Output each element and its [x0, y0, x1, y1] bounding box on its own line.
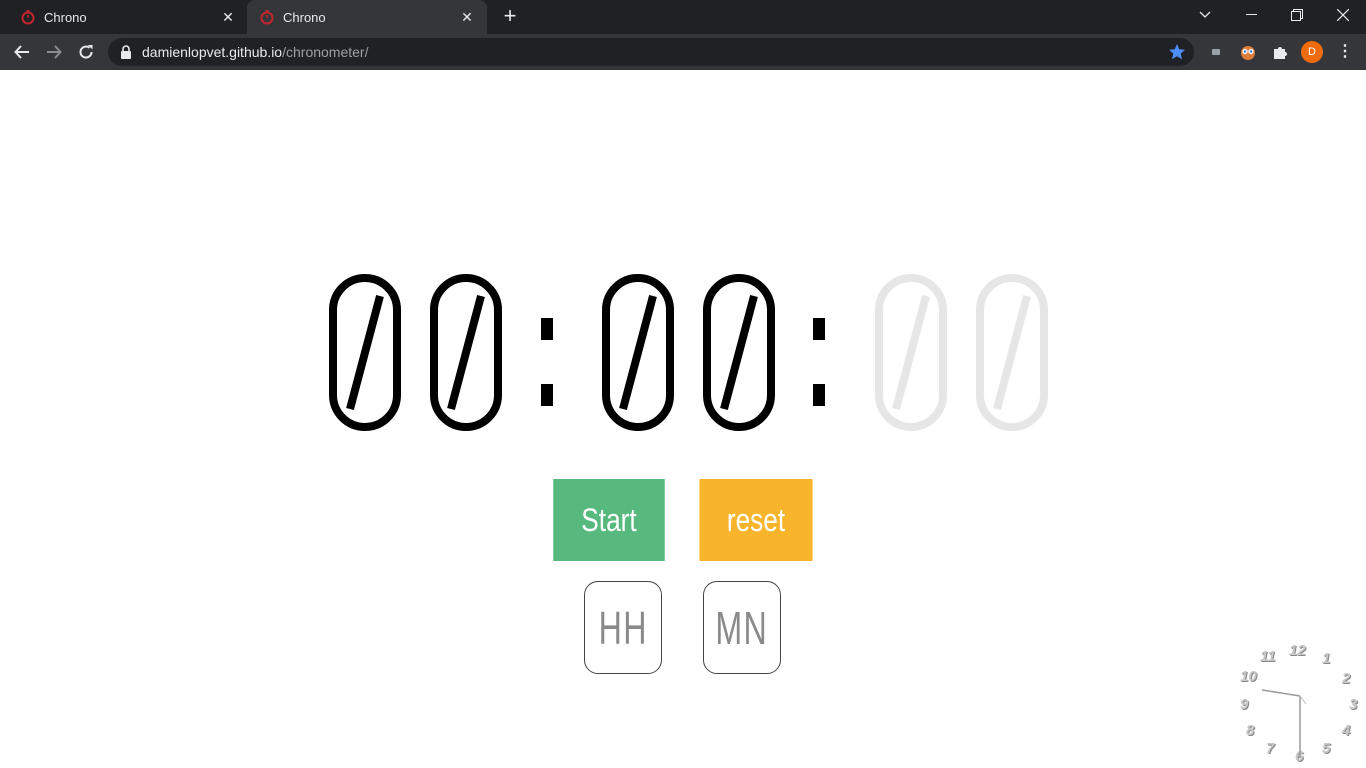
stopwatch-favicon-icon	[21, 10, 35, 25]
url-text: damienlopvet.github.io/chronometer/	[142, 44, 369, 60]
reset-button[interactable]: reset	[699, 479, 813, 561]
close-tab-icon[interactable]: ✕	[457, 7, 477, 27]
separator-colon-1	[541, 268, 553, 438]
tab-title: Chrono	[283, 10, 326, 25]
forward-arrow-icon[interactable]	[40, 38, 68, 66]
minimize-icon[interactable]	[1228, 0, 1274, 30]
close-tab-icon[interactable]: ✕	[218, 7, 238, 27]
hours-digit-1	[329, 274, 401, 431]
hours-placeholder: HH	[598, 601, 648, 654]
clock-hands	[1261, 689, 1307, 758]
separator-colon-2	[813, 268, 825, 438]
minutes-placeholder: MN	[715, 601, 769, 654]
tab-chrono-2[interactable]: Chrono ✕	[247, 0, 487, 34]
page-content: Start reset HH MN 12 1 2 3 4 5 6 7 8 9 1…	[0, 70, 1366, 768]
extension-small-icon[interactable]	[1205, 41, 1227, 63]
hours-digit-2	[430, 274, 502, 431]
bookmark-star-icon[interactable]	[1168, 43, 1186, 61]
owl-extension-icon[interactable]	[1237, 41, 1259, 63]
minutes-digit-2	[703, 274, 775, 431]
tab-search-chevron-icon[interactable]	[1182, 0, 1228, 30]
seconds-digit-2	[976, 274, 1048, 431]
browser-titlebar: Chrono ✕ Chrono ✕ +	[0, 0, 1366, 34]
restore-icon[interactable]	[1274, 0, 1320, 30]
back-arrow-icon[interactable]	[8, 38, 36, 66]
stopwatch-favicon-icon	[260, 10, 274, 25]
seconds-digit-1	[875, 274, 947, 431]
new-tab-plus-icon[interactable]: +	[498, 5, 522, 29]
close-window-icon[interactable]	[1320, 0, 1366, 30]
more-menu-icon[interactable]: ⋮	[1334, 41, 1356, 63]
hours-input[interactable]: HH	[584, 581, 662, 674]
minutes-input[interactable]: MN	[703, 581, 781, 674]
lock-icon	[121, 45, 131, 59]
address-bar[interactable]: damienlopvet.github.io/chronometer/	[108, 38, 1194, 66]
analog-clock-widget: 12 1 2 3 4 5 6 7 8 9 10 11	[1228, 636, 1366, 768]
profile-avatar[interactable]: D	[1301, 41, 1323, 63]
minutes-digit-1	[602, 274, 674, 431]
tab-title: Chrono	[44, 10, 87, 25]
puzzle-extensions-icon[interactable]	[1269, 41, 1291, 63]
tab-chrono-1[interactable]: Chrono ✕	[8, 0, 248, 34]
chrono-display	[0, 268, 1366, 438]
reload-icon[interactable]	[72, 38, 100, 66]
start-button[interactable]: Start	[553, 479, 665, 561]
